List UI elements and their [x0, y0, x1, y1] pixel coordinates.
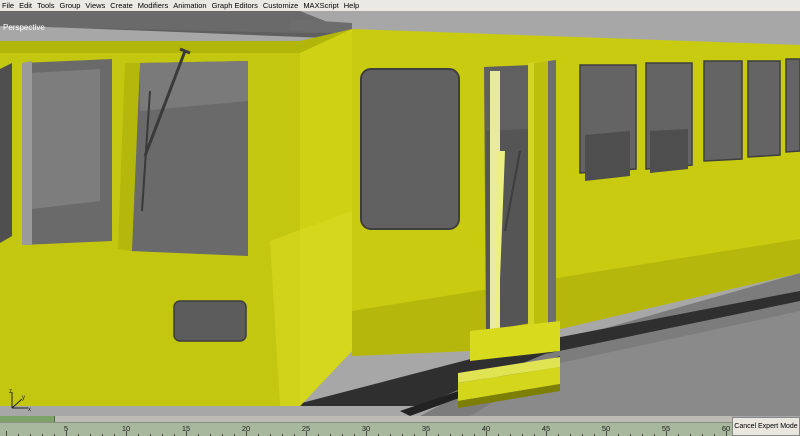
timeline-tick: [6, 431, 7, 436]
menu-help[interactable]: Help: [341, 0, 361, 11]
axis-tripod-icon: z x y: [6, 386, 36, 416]
timeline-frame-label: 30: [361, 424, 371, 433]
timeline-frame-label: 40: [481, 424, 491, 433]
timeline: 5 10 15 20 25 30 35 40 45 50 55 60: [0, 416, 732, 436]
axis-y-label: y: [22, 395, 25, 401]
menu-views[interactable]: Views: [83, 0, 108, 11]
menu-edit[interactable]: Edit: [17, 0, 35, 11]
timeline-frame-label: 55: [661, 424, 671, 433]
time-slider[interactable]: [0, 416, 732, 423]
timeline-frame-label: 50: [601, 424, 611, 433]
timeline-frame-label: 45: [541, 424, 551, 433]
train-render: [0, 11, 800, 416]
axis-x-label: x: [28, 407, 31, 413]
viewport-label[interactable]: Perspective: [3, 23, 45, 32]
track-bar[interactable]: 5 10 15 20 25 30 35 40 45 50 55 60: [0, 423, 732, 436]
menu-file[interactable]: File: [0, 0, 17, 11]
menu-graph-editors[interactable]: Graph Editors: [209, 0, 260, 11]
timeline-frame-label: 20: [241, 424, 251, 433]
timeline-frame-label: 35: [421, 424, 431, 433]
cancel-expert-mode-button[interactable]: Cancel Expert Mode: [732, 417, 800, 436]
timeline-frame-label: 60: [721, 424, 731, 433]
timeline-frame-label: 10: [121, 424, 131, 433]
menu-modifiers[interactable]: Modifiers: [135, 0, 170, 11]
time-slider-thumb[interactable]: [0, 416, 55, 422]
menu-animation[interactable]: Animation: [171, 0, 209, 11]
menu-group[interactable]: Group: [57, 0, 83, 11]
menu-tools[interactable]: Tools: [35, 0, 58, 11]
menu-maxscript[interactable]: MAXScript: [301, 0, 341, 11]
timeline-frame-label: 25: [301, 424, 311, 433]
timeline-frame-label: 5: [63, 424, 69, 433]
menu-create[interactable]: Create: [108, 0, 136, 11]
timeline-frame-label: 15: [181, 424, 191, 433]
axis-z-label: z: [9, 389, 12, 395]
perspective-viewport[interactable]: Perspective: [0, 11, 800, 416]
menu-bar: File Edit Tools Group Views Create Modif…: [0, 0, 800, 11]
menu-customize[interactable]: Customize: [260, 0, 300, 11]
